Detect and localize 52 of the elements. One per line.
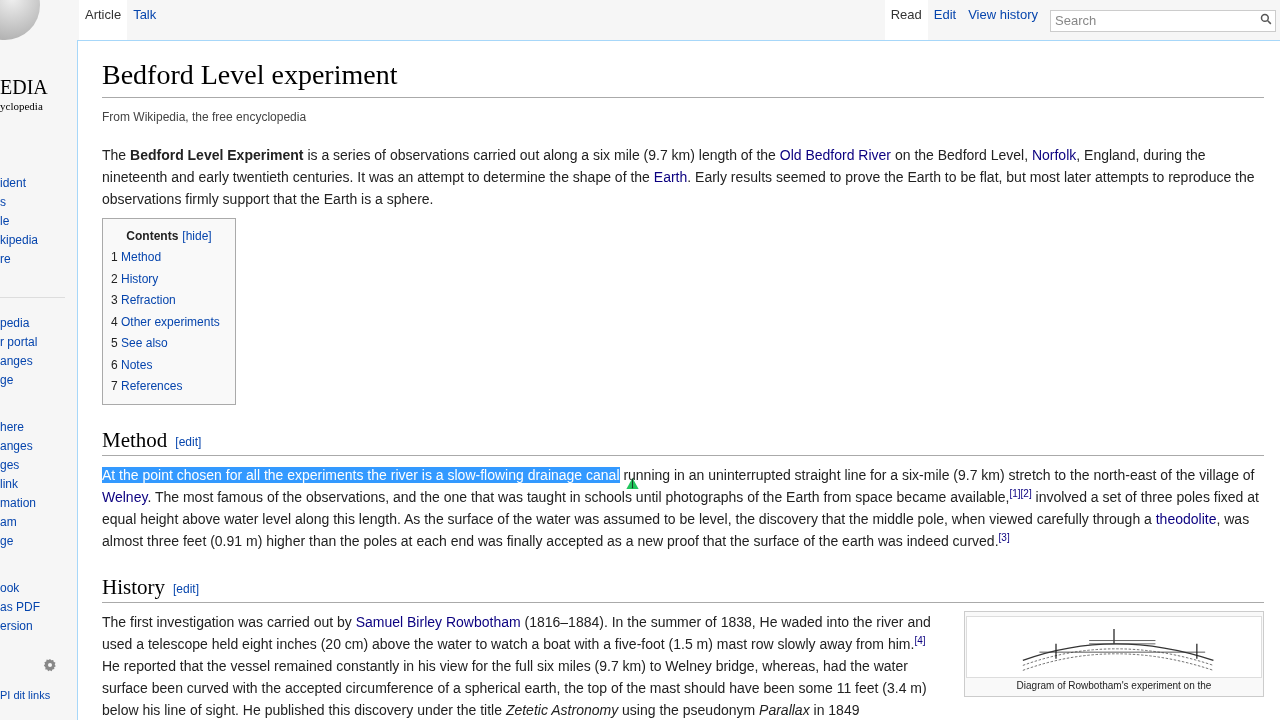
search-field[interactable]: Search <box>1050 9 1276 32</box>
sidebar-link[interactable]: ersion <box>0 617 77 636</box>
sidebar-link[interactable]: mation <box>0 494 77 513</box>
toc-link[interactable]: 2 History <box>111 268 227 290</box>
toc-link[interactable]: 1 Method <box>111 247 227 269</box>
toc-link[interactable]: 5 See also <box>111 333 227 355</box>
sidebar-link[interactable]: ge <box>0 371 77 390</box>
sidebar-link[interactable]: here <box>0 418 77 437</box>
reference-link[interactable]: [4] <box>914 634 926 646</box>
toc-link[interactable]: 4 Other experiments <box>111 311 227 333</box>
page-title: Bedford Level experiment <box>102 55 1264 98</box>
link[interactable]: Samuel Birley Rowbotham <box>355 613 521 630</box>
reference-link[interactable]: [1] <box>1009 487 1021 499</box>
toc-link[interactable]: 7 References <box>111 376 227 398</box>
sidebar-link[interactable]: ges <box>0 456 77 475</box>
sidebar-link[interactable]: as PDF <box>0 598 77 617</box>
sidebar-link[interactable]: kipedia <box>0 231 65 250</box>
sidebar-link[interactable]: anges <box>0 437 77 456</box>
link[interactable]: Old Bedford River <box>779 147 892 163</box>
sidebar-link[interactable]: anges <box>0 352 77 371</box>
sidebar-link[interactable]: re <box>0 250 65 269</box>
toc-link[interactable]: 3 Refraction <box>111 290 227 312</box>
wordmark: EDIA <box>0 76 48 98</box>
section-paragraph: At the point chosen for all the experiments the river is a slow-flowing drainage canal running in an uninterrupted straight line for a six-mile (9.7 km) stretch to the north-east of the village of Welney. The most famous of the observations, and the one that was taught in schools until photographs of the Earth from space became available,$^{[1]}$$^{[2]}$ involved a set of three poles fixed at equal height above water level along this length. As the surface of the water was assumed to be level, the discovery that the middle pole, when viewed carefully through a theodolite, was almost three feet (0.91 m) higher than the poles at each end was finally accepted as a new proof that the surface of the earth was indeed curved.$^{[3]}$ <box>102 465 1260 551</box>
reference-link[interactable]: [3] <box>998 531 1010 543</box>
sidebar-link[interactable]: pedia <box>0 314 77 333</box>
namespace-tab[interactable]: Article <box>79 0 128 40</box>
contents-title: Contents <box>126 228 179 245</box>
sidebar-link[interactable]: ident <box>0 174 65 193</box>
namespace-tab[interactable]: Talk <box>127 0 163 40</box>
sidebar-link[interactable]: am <box>0 513 77 532</box>
figure-caption: Diagram of Rowbotham's experiment on the <box>1016 679 1212 692</box>
sidebar-link[interactable]: PI dit links <box>0 686 77 705</box>
intro-paragraph: The Bedford Level Experiment is a series of observations carried out along a six mile (9.7 km) length of the Old Bedford River on the Bedford Level, Norfolk, England, during the nineteenth and early twentieth centuries. It was an attempt to determine the shape of the Earth. Early results seemed to prove the Earth to be flat, but most later attempts to reproduce the observations firmly support that the Earth is a sphere. <box>102 146 1256 209</box>
section-paragraph: The first investigation was carried out by Samuel Birley Rowbotham (1816–1884). In the summer of 1838, He waded into the river and used a telescope held eight inches (20 cm) above the water to watch a boat with a five-foot (1.5 m) mast row slowly away from him.$^{[4]}$ He reported that the vessel remained constantly in his view for the full six miles (9.7 km) to Welney bridge, whereas, had the water surface been curved with the accepted circumference of a spherical earth, the top of the mast should have been some 11 feet (3.4 m) below his line of sight. He published this discovery under the title Zetetic Astronomy using the pseudonym Parallax in 1849 <box>102 612 932 720</box>
tagline: yclopedia <box>0 99 43 114</box>
section-heading: Method <box>102 426 168 453</box>
hide-link[interactable]: [hide] <box>182 225 212 247</box>
sidebar-link[interactable]: le <box>0 212 65 231</box>
edit-link[interactable]: [edit] <box>173 579 199 598</box>
section-heading: History <box>102 573 165 600</box>
page-subtitle: From Wikipedia, the free encyclopedia <box>102 109 308 126</box>
view-tab[interactable]: View history <box>962 0 1044 40</box>
view-tab[interactable]: Edit <box>927 0 963 40</box>
view-tab[interactable]: Read <box>884 0 928 40</box>
sidebar-link[interactable]: s <box>0 193 65 212</box>
edit-link[interactable]: [edit] <box>175 432 202 451</box>
toc-link[interactable]: 6 Notes <box>111 354 227 376</box>
sidebar-link[interactable]: link <box>0 475 77 494</box>
sidebar-link[interactable]: r portal <box>0 333 77 352</box>
sidebar-link[interactable]: ge <box>0 532 77 551</box>
sidebar-link[interactable]: ook <box>0 579 77 598</box>
